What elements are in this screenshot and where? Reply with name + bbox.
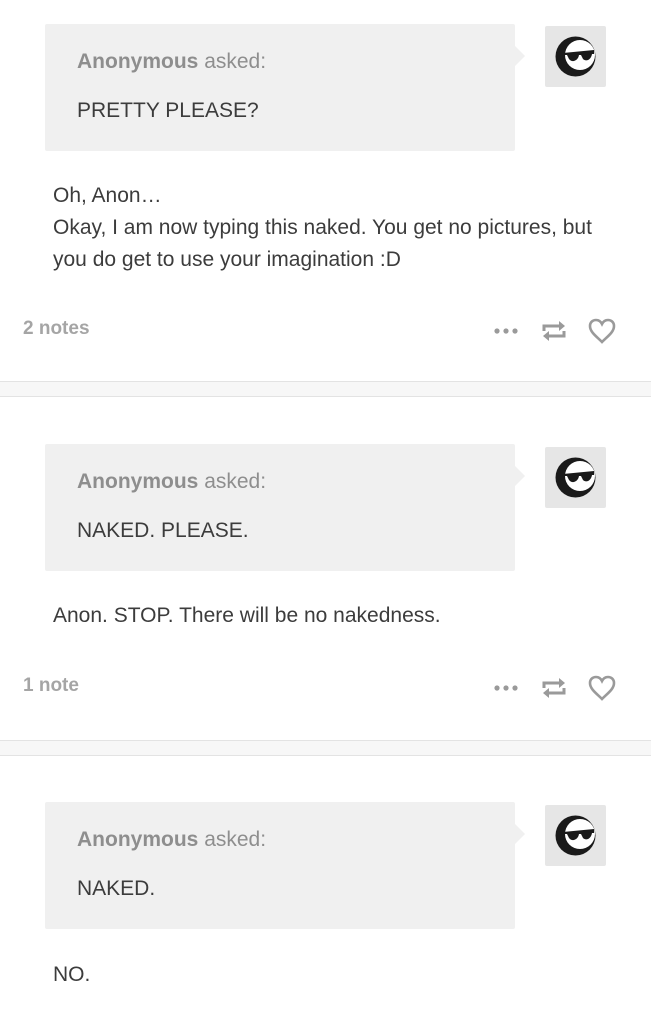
asker-name[interactable]: Anonymous <box>77 470 198 493</box>
question-text: NAKED. PLEASE. <box>77 519 249 542</box>
post-3: Anonymous asked: NAKED. NO. <box>0 756 651 1023</box>
question-text: PRETTY PLEASE? <box>77 99 259 122</box>
post-actions <box>490 672 625 704</box>
asked-label: asked: <box>204 828 267 851</box>
asker-name[interactable]: Anonymous <box>77 50 198 73</box>
asker-line: Anonymous asked: <box>77 470 266 494</box>
post-actions <box>490 315 625 347</box>
answer-body: Oh, Anon… Okay, I am now typing this nak… <box>53 180 623 276</box>
like-heart-icon[interactable] <box>586 315 618 352</box>
like-heart-icon[interactable] <box>586 672 618 709</box>
post-2: Anonymous asked: NAKED. PLEASE. Anon. ST… <box>0 397 651 739</box>
answer-body: NO. <box>53 959 623 991</box>
more-dots-icon[interactable] <box>490 672 522 709</box>
asked-label: asked: <box>204 50 267 73</box>
asked-label: asked: <box>204 470 267 493</box>
notes-count[interactable]: 1 note <box>23 675 79 697</box>
answer-line: NO. <box>53 963 91 986</box>
reblog-icon[interactable] <box>538 672 570 709</box>
notes-count[interactable]: 2 notes <box>23 318 90 340</box>
post-divider <box>0 381 651 397</box>
question-text: NAKED. <box>77 877 156 900</box>
ask-bubble: Anonymous asked: NAKED. PLEASE. <box>45 444 525 571</box>
avatar[interactable] <box>545 805 606 866</box>
ask-bubble: Anonymous asked: PRETTY PLEASE? <box>45 24 525 151</box>
more-dots-icon[interactable] <box>490 315 522 352</box>
answer-line: Oh, Anon… <box>53 184 162 207</box>
answer-body: Anon. STOP. There will be no nakedness. <box>53 600 623 632</box>
asker-line: Anonymous asked: <box>77 828 266 852</box>
avatar[interactable] <box>545 26 606 87</box>
post-divider <box>0 740 651 756</box>
post-1: Anonymous asked: PRETTY PLEASE? Oh, Anon… <box>0 0 651 380</box>
ask-bubble: Anonymous asked: NAKED. <box>45 802 525 929</box>
reblog-icon[interactable] <box>538 315 570 352</box>
asker-name[interactable]: Anonymous <box>77 828 198 851</box>
answer-line: Anon. STOP. There will be no nakedness. <box>53 604 441 627</box>
answer-line: Okay, I am now typing this naked. You ge… <box>53 216 592 271</box>
asker-line: Anonymous asked: <box>77 50 266 74</box>
avatar[interactable] <box>545 447 606 508</box>
